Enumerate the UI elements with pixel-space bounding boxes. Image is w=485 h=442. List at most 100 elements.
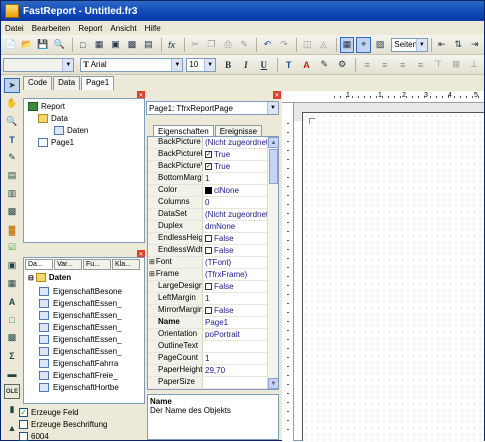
property-row[interactable]: BottomMargin 1 [148, 173, 268, 185]
menu-hilfe[interactable]: Hilfe [141, 24, 165, 33]
list-item[interactable]: EigenschaftEssen_ [39, 333, 122, 345]
property-value[interactable]: False [203, 233, 268, 244]
variables-fx-icon[interactable]: fx [164, 37, 178, 53]
6004-checkbox[interactable]: 6004 [19, 430, 108, 442]
tab-properties[interactable]: Eigenschaften [153, 125, 214, 136]
property-row[interactable]: Orientation poPortrait [148, 329, 268, 341]
object-selector[interactable]: Page1: TfrxReportPage ▼ [146, 101, 279, 115]
font-settings-icon[interactable]: T [281, 57, 297, 73]
report-page[interactable] [302, 112, 484, 441]
property-value[interactable]: (Nicht zugeordnet) [203, 137, 268, 148]
new-report-icon[interactable]: □ [76, 37, 90, 53]
property-value[interactable]: Page1 [203, 317, 268, 328]
tab-events[interactable]: Ereignisse [214, 125, 263, 136]
scroll-down-icon[interactable]: ▼ [268, 378, 278, 389]
checkbox-empty-icon[interactable] [205, 283, 212, 290]
memo-icon[interactable]: A [4, 294, 20, 309]
list-item[interactable]: EigenschaftEssen_ [39, 345, 122, 357]
cross-tab-icon[interactable]: ▩ [4, 330, 20, 345]
font-size-combo[interactable]: 10 ▼ [186, 57, 217, 72]
checkmark-icon[interactable]: ✓ [205, 163, 212, 170]
italic-button[interactable]: I [238, 57, 254, 73]
property-value[interactable]: 0 [203, 197, 268, 208]
text-align-right-icon[interactable]: ≡ [395, 57, 411, 73]
create-field-checkbox[interactable]: ✓ Erzeuge Feld [19, 406, 108, 418]
expand-icon[interactable]: ⊞ [149, 259, 155, 266]
property-value[interactable]: ✓ True [203, 149, 268, 160]
undo-icon[interactable]: ↶ [260, 37, 274, 53]
checkbox-empty-icon[interactable] [205, 247, 212, 254]
group-icon[interactable]: ◫ [300, 37, 314, 53]
chevron-down-icon[interactable]: ▼ [415, 38, 427, 51]
tree-item-daten-root[interactable]: ⊟ Daten [28, 273, 71, 282]
align-right-icon[interactable]: ⇥ [468, 37, 482, 53]
line-icon[interactable]: ▬ [4, 366, 20, 381]
menu-bearbeiten[interactable]: Bearbeiten [28, 24, 75, 33]
property-value[interactable]: (TfrxFrame) [203, 269, 268, 280]
list-item[interactable]: EigenschaftBesone [39, 285, 122, 297]
font-color-icon[interactable]: A [299, 57, 315, 73]
save-icon[interactable]: 💾 [36, 37, 50, 53]
redo-icon[interactable]: ↷ [277, 37, 291, 53]
property-value[interactable]: (Nicht zugeordnet) [203, 209, 268, 220]
property-value[interactable]: 1 [203, 293, 268, 304]
text-align-top-icon[interactable]: ⊤ [430, 57, 446, 73]
tree-item-data[interactable]: Data [38, 114, 68, 123]
chevron-down-icon[interactable]: ▼ [171, 58, 183, 71]
list-item[interactable]: EigenschaftEssen_ [39, 297, 122, 309]
checkmark-icon[interactable]: ✓ [205, 151, 212, 158]
property-row[interactable]: PaperHeight 29,70 [148, 365, 268, 377]
property-row[interactable]: ⊞Frame (TfrxFrame) [148, 269, 268, 281]
highlight-icon[interactable]: ✎ [316, 57, 332, 73]
property-value[interactable]: ✓ True [203, 161, 268, 172]
rich-text-icon[interactable]: □ [4, 312, 20, 327]
show-grid-icon[interactable]: ▦ [339, 36, 355, 53]
tree-item-daten[interactable]: Daten [54, 126, 88, 135]
page-settings-icon[interactable]: ▤ [141, 37, 155, 53]
list-item[interactable]: EigenschaftHortbe [39, 381, 119, 393]
expand-icon[interactable]: ⊞ [149, 271, 155, 278]
property-row[interactable]: DataSet (Nicht zugeordnet) [148, 209, 268, 221]
data-band-icon[interactable]: ▥ [4, 186, 20, 201]
checkbox-object-icon[interactable]: ☑ [4, 240, 20, 255]
underline-button[interactable]: U [256, 57, 272, 73]
property-value[interactable]: (TFont) [203, 257, 268, 268]
property-row[interactable]: Columns 0 [148, 197, 268, 209]
scroll-up-icon[interactable]: ▲ [268, 137, 278, 148]
property-row[interactable]: Color clNone [148, 185, 268, 197]
zoom-tool-icon[interactable]: 🔍 [4, 114, 20, 129]
align-center-icon[interactable]: ⇅ [451, 37, 465, 53]
list-item[interactable]: EigenschaftEssen_ [39, 321, 122, 333]
property-value[interactable]: dmNone [203, 221, 268, 232]
tab-classes[interactable]: Kla... [112, 259, 140, 270]
new-dialog-icon[interactable]: ▣ [108, 37, 122, 53]
property-row[interactable]: MirrorMargins False [148, 305, 268, 317]
text-justify-icon[interactable]: ≡ [413, 57, 429, 73]
chevron-down-icon[interactable]: ▼ [204, 58, 216, 71]
list-item[interactable]: EigenschaftFreie_ [39, 369, 117, 381]
align-to-grid-icon[interactable]: ⌖ [356, 36, 371, 53]
paste-icon[interactable]: ⎙ [221, 37, 235, 53]
new-page-icon[interactable]: ▦ [92, 37, 106, 53]
scroll-thumb[interactable] [269, 149, 278, 184]
chart-icon[interactable]: ▓ [4, 222, 20, 237]
property-row[interactable]: BackPicturePri✓True [148, 149, 268, 161]
property-row[interactable]: ⊞Font (TFont) [148, 257, 268, 269]
property-scrollbar[interactable]: ▲ ▼ [267, 137, 278, 389]
property-row[interactable]: LeftMargin 1 [148, 293, 268, 305]
list-item[interactable]: EigenschaftFahrra [39, 357, 118, 369]
ungroup-icon[interactable]: ◬ [316, 37, 330, 53]
delete-page-icon[interactable]: ▩ [125, 37, 139, 53]
property-row[interactable]: PaperSize [148, 377, 268, 389]
bold-button[interactable]: B [220, 57, 236, 73]
property-row[interactable]: OutlineText [148, 341, 268, 353]
property-row[interactable]: BackPicture (Nicht zugeordnet) [148, 137, 268, 149]
hand-tool-icon[interactable]: ✋ [4, 96, 20, 111]
copy-icon[interactable]: ❐ [204, 37, 218, 53]
property-value[interactable]: False [203, 281, 268, 292]
property-value[interactable] [203, 341, 268, 352]
property-value[interactable] [203, 377, 268, 388]
sum-icon[interactable]: Σ [4, 348, 20, 363]
checkbox-empty-icon[interactable] [205, 307, 212, 314]
title-bar[interactable]: FastReport - Untitled.fr3 [1, 1, 484, 21]
